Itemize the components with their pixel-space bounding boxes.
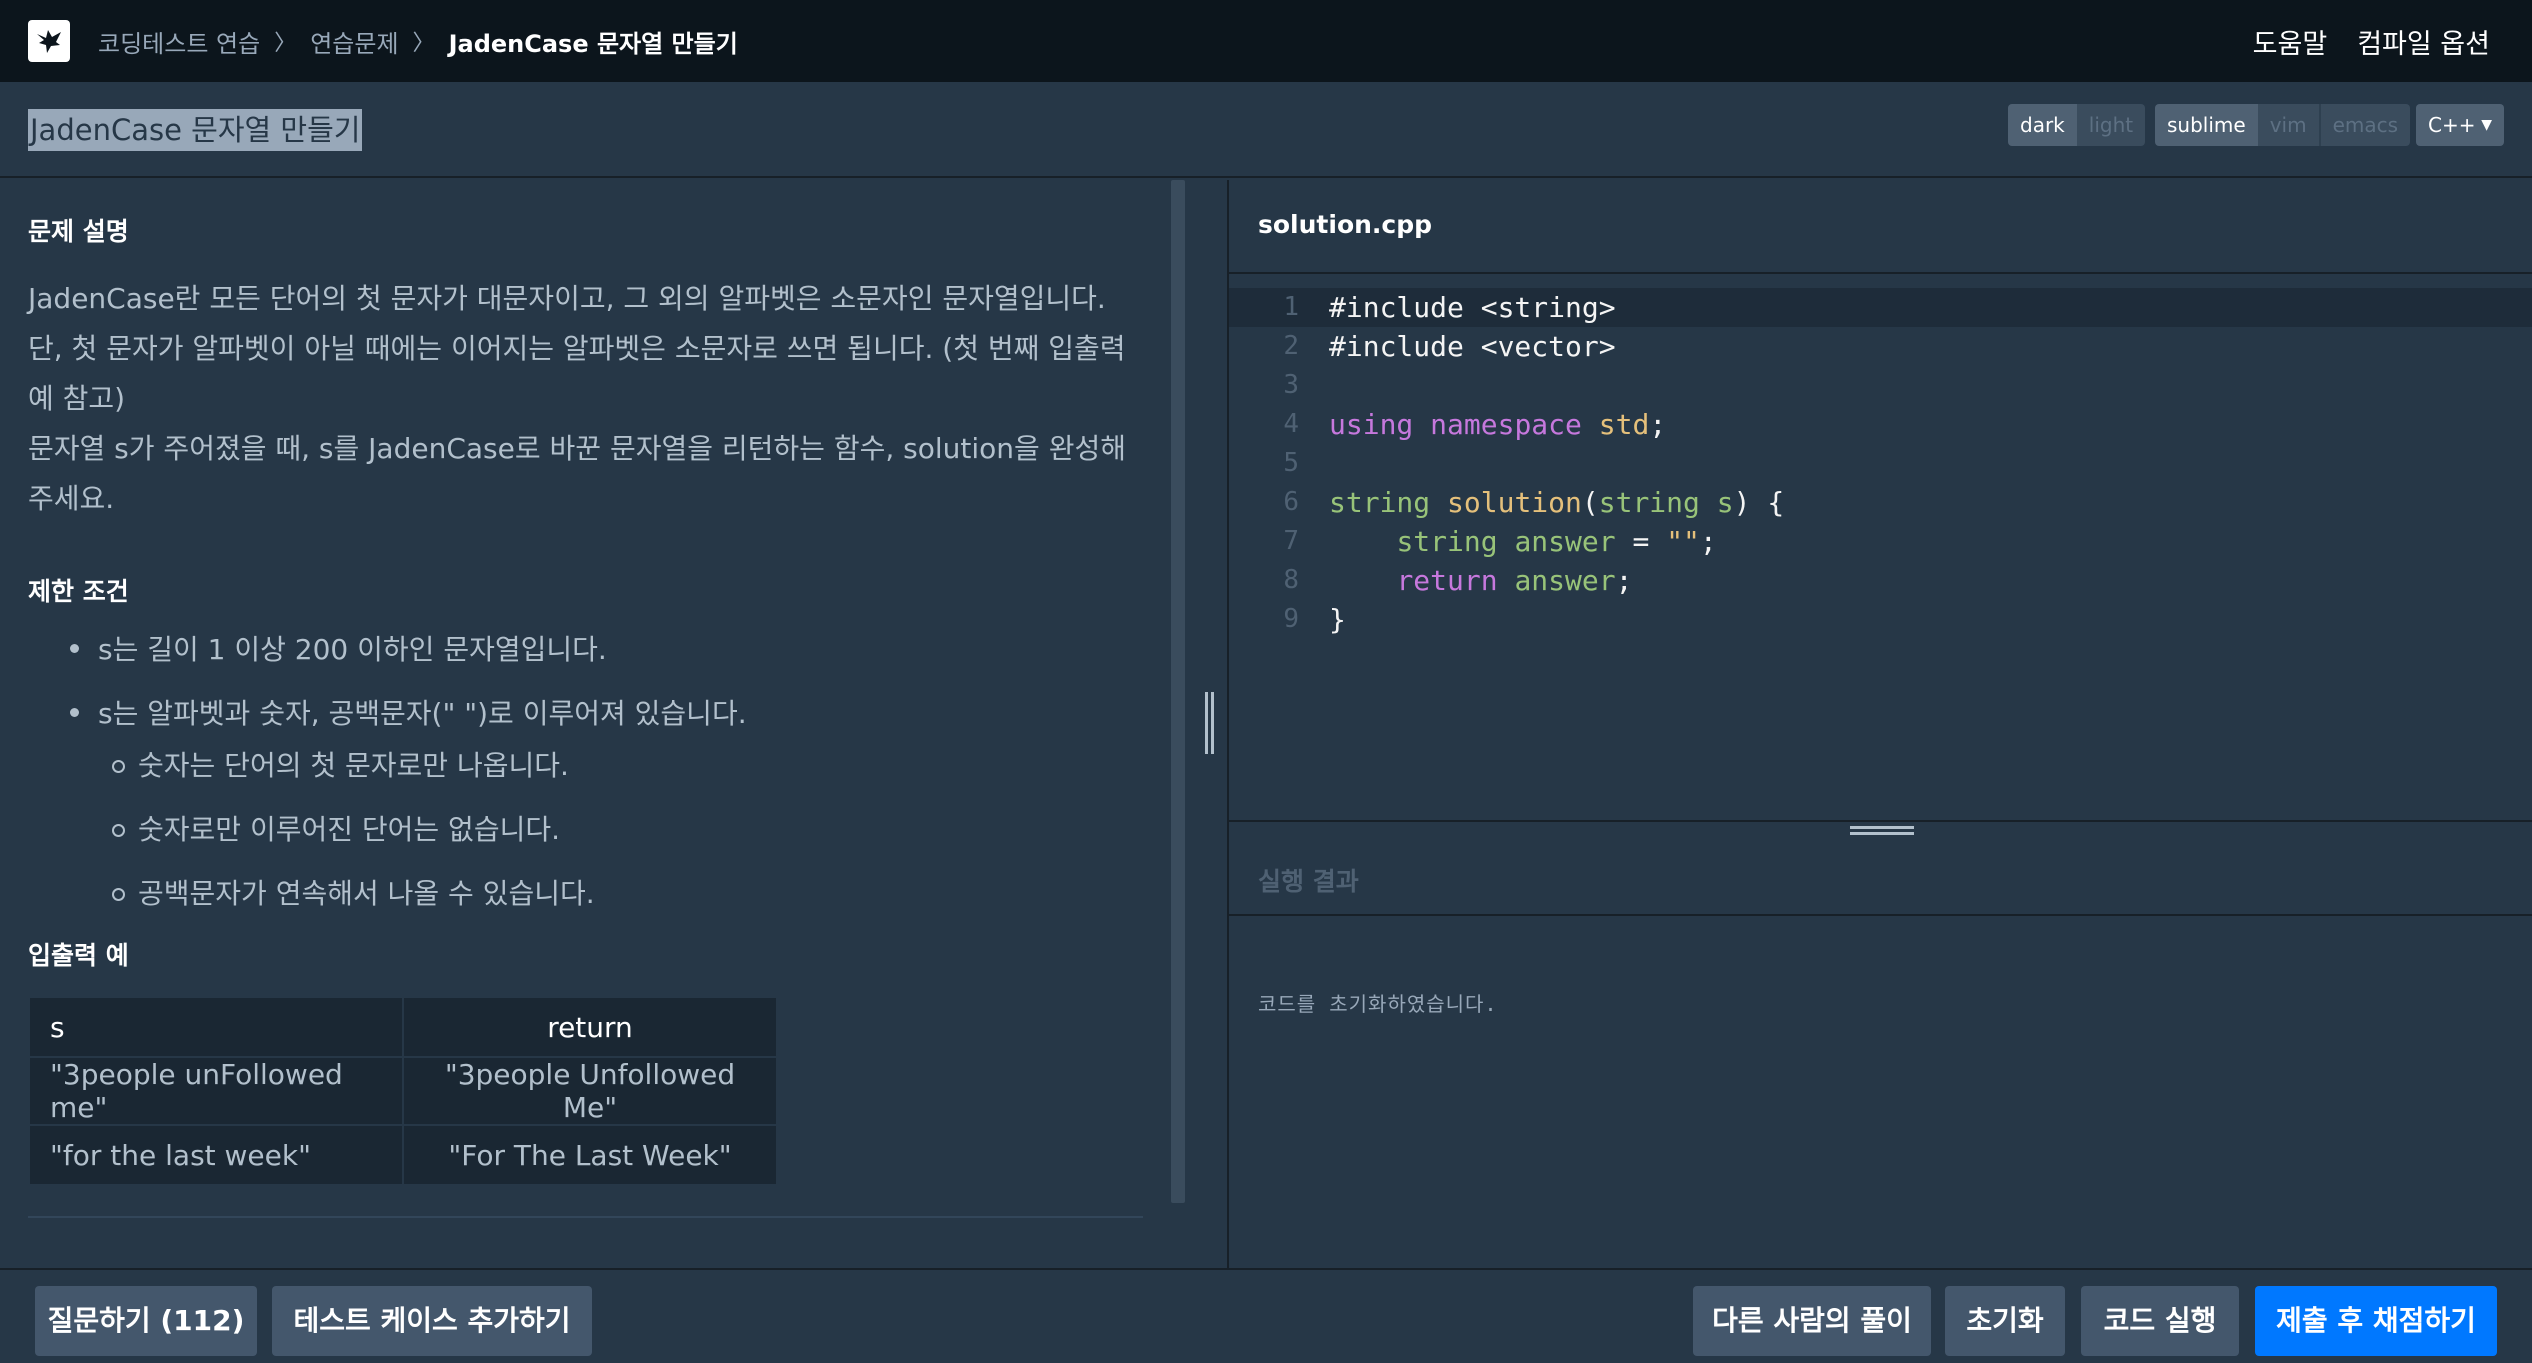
table-cell: "3people unFollowed me": [28, 1056, 404, 1126]
keymap-toggle: sublime vim emacs: [2155, 104, 2411, 146]
breadcrumb: 코딩테스트 연습 〉 연습문제 〉 JadenCase 문자열 만들기: [98, 24, 738, 59]
sub-constraints-list: 숫자는 단어의 첫 문자로만 나옵니다. 숫자로만 이루어진 단어는 없습니다.…: [112, 744, 747, 912]
code-line: 2 #include <vector>: [1229, 327, 2532, 366]
column-header-return: return: [402, 996, 778, 1058]
language-select-value: C++: [2428, 113, 2476, 137]
table-row: "for the last week" "For The Last Week": [28, 1124, 778, 1186]
lesson-header: JadenCase 문자열 만들기 dark light sublime vim…: [0, 82, 2532, 178]
table-cell: "For The Last Week": [402, 1124, 778, 1186]
breadcrumb-current-problem: JadenCase 문자열 만들기: [448, 29, 738, 58]
code-line: 5: [1229, 444, 2532, 483]
code-line: 6 string solution(string s) {: [1229, 483, 2532, 522]
line-number: 3: [1283, 370, 1299, 400]
breadcrumb-coding-test[interactable]: 코딩테스트 연습: [98, 24, 260, 59]
top-navigation: 코딩테스트 연습 〉 연습문제 〉 JadenCase 문자열 만들기 도움말 …: [0, 0, 2532, 82]
programmers-logo-icon[interactable]: [28, 20, 70, 62]
problem-panel: 문제 설명 JadenCase란 모든 단어의 첫 문자가 대문자이고, 그 외…: [0, 180, 1172, 1268]
file-tab-bar: solution.cpp: [1229, 180, 2532, 274]
line-number: 8: [1283, 565, 1299, 595]
description-paragraph-1: JadenCase란 모든 단어의 첫 문자가 대문자이고, 그 외의 알파벳은…: [28, 282, 1126, 415]
sub-constraint-item: 숫자는 단어의 첫 문자로만 나옵니다.: [112, 744, 747, 784]
add-test-case-button[interactable]: 테스트 케이스 추가하기: [272, 1286, 592, 1356]
code-text: return answer;: [1396, 564, 1633, 597]
drag-handle-icon: [1205, 692, 1208, 754]
description-heading: 문제 설명: [28, 217, 129, 246]
chevron-right-icon: 〉: [274, 31, 297, 56]
line-number: 4: [1283, 409, 1299, 439]
examples-table: s return "3people unFollowed me" "3peopl…: [28, 996, 778, 1186]
keymap-sublime-button[interactable]: sublime: [2155, 104, 2258, 146]
code-line: 7 string answer = "";: [1229, 522, 2532, 561]
constraint-item: s는 알파벳과 숫자, 공백문자(" ")로 이루어져 있습니다.: [70, 692, 747, 732]
help-link[interactable]: 도움말: [2253, 22, 2328, 61]
line-number: 9: [1283, 604, 1299, 634]
table-row: "3people unFollowed me" "3people Unfollo…: [28, 1056, 778, 1126]
theme-light-button[interactable]: light: [2076, 104, 2146, 146]
line-number: 5: [1283, 448, 1299, 478]
caret-down-icon: ▼: [2481, 117, 2492, 133]
panel-resize-divider[interactable]: [1193, 180, 1227, 1268]
table-cell: "for the last week": [28, 1124, 404, 1186]
other-solutions-button[interactable]: 다른 사람의 풀이: [1693, 1286, 1931, 1356]
file-tab-solution[interactable]: solution.cpp: [1258, 210, 1432, 239]
drag-handle-icon: [1211, 692, 1214, 754]
table-header-row: s return: [28, 996, 778, 1058]
code-text: using namespace std;: [1329, 408, 1667, 441]
breadcrumb-practice[interactable]: 연습문제: [310, 24, 398, 59]
constraints-heading: 제한 조건: [28, 577, 129, 606]
editor-panel: solution.cpp 1 #include <string> 2 #incl…: [1227, 180, 2532, 1268]
code-editor[interactable]: 1 #include <string> 2 #include <vector> …: [1229, 276, 2532, 822]
bottom-action-bar: 질문하기 (112) 테스트 케이스 추가하기 다른 사람의 풀이 초기화 코드…: [0, 1268, 2532, 1363]
lesson-title: JadenCase 문자열 만들기: [28, 109, 363, 151]
code-line: 3: [1229, 366, 2532, 405]
code-text: string solution(string s) {: [1329, 486, 1785, 519]
code-text: string answer = "";: [1396, 525, 1717, 558]
description-paragraph-2: 문자열 s가 주어졌을 때, s를 JadenCase로 바꾼 문자열을 리턴하…: [28, 432, 1126, 515]
code-text: #include <string>: [1329, 291, 1616, 324]
sub-constraint-item: 공백문자가 연속해서 나올 수 있습니다.: [112, 872, 747, 912]
line-number: 2: [1283, 331, 1299, 361]
code-text: #include <vector>: [1329, 330, 1616, 363]
chevron-right-icon: 〉: [412, 31, 435, 56]
language-select[interactable]: C++ ▼: [2416, 104, 2504, 146]
result-title: 실행 결과: [1258, 867, 1359, 896]
code-line: 4 using namespace std;: [1229, 405, 2532, 444]
code-line: 8 return answer;: [1229, 561, 2532, 600]
problem-scrollbar[interactable]: [1171, 180, 1185, 1203]
code-text: }: [1329, 603, 1346, 636]
code-line: 1 #include <string>: [1229, 288, 2532, 327]
run-code-button[interactable]: 코드 실행: [2081, 1286, 2239, 1356]
keymap-vim-button[interactable]: vim: [2257, 104, 2321, 146]
line-number: 6: [1283, 487, 1299, 517]
examples-heading: 입출력 예: [28, 941, 129, 970]
line-number: 7: [1283, 526, 1299, 556]
table-cell: "3people Unfollowed Me": [402, 1056, 778, 1126]
ask-question-button[interactable]: 질문하기 (112): [35, 1286, 257, 1356]
sub-constraint-item: 숫자로만 이루어진 단어는 없습니다.: [112, 808, 747, 848]
reset-button[interactable]: 초기화: [1945, 1286, 2065, 1356]
constraints-list: s는 길이 1 이상 200 이하인 문자열입니다. s는 알파벳과 숫자, 공…: [70, 628, 747, 912]
theme-dark-button[interactable]: dark: [2008, 104, 2077, 146]
divider: [28, 1216, 1143, 1218]
keymap-emacs-button[interactable]: emacs: [2320, 104, 2411, 146]
line-number: 1: [1283, 292, 1299, 322]
constraint-item: s는 길이 1 이상 200 이하인 문자열입니다.: [70, 628, 747, 668]
code-line: 9 }: [1229, 600, 2532, 639]
result-output: 코드를 초기화하였습니다.: [1258, 992, 1498, 1016]
compile-options-link[interactable]: 컴파일 옵션: [2357, 22, 2490, 61]
submit-button[interactable]: 제출 후 채점하기: [2255, 1286, 2497, 1356]
theme-toggle: dark light: [2008, 104, 2146, 146]
column-header-s: s: [28, 996, 404, 1058]
result-resize-handle[interactable]: [1850, 826, 1914, 840]
